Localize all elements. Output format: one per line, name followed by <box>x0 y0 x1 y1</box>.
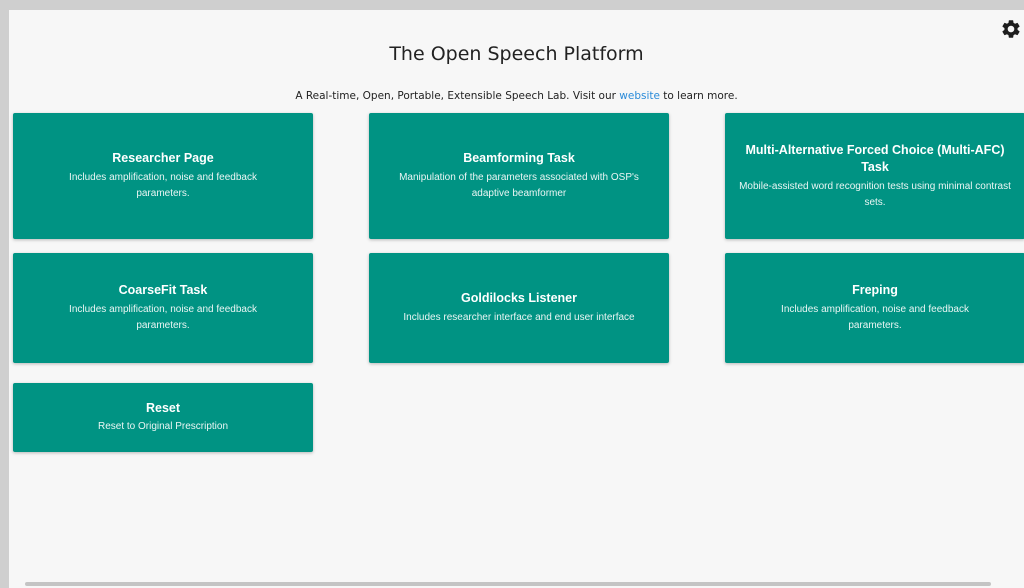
gear-icon[interactable] <box>1000 18 1022 40</box>
page-subtitle: A Real-time, Open, Portable, Extensible … <box>9 90 1024 102</box>
website-link[interactable]: website <box>619 90 660 102</box>
card-title: CoarseFit Task <box>118 283 208 298</box>
subtitle-text-before: A Real-time, Open, Portable, Extensible … <box>295 90 620 102</box>
card-title: Goldilocks Listener <box>460 291 577 306</box>
card-description: Includes amplification, noise and feedba… <box>69 171 257 199</box>
freping-card[interactable]: Freping Includes amplification, noise an… <box>725 253 1024 363</box>
card-description: Includes amplification, noise and feedba… <box>69 303 257 331</box>
card-title: Researcher Page <box>112 151 214 166</box>
card-title: Beamforming Task <box>463 151 575 166</box>
card-description: Mobile-assisted word recognition tests u… <box>739 180 1011 208</box>
goldilocks-listener-card[interactable]: Goldilocks Listener Includes researcher … <box>369 253 669 363</box>
reset-card[interactable]: Reset Reset to Original Prescription <box>13 383 313 452</box>
beamforming-task-card[interactable]: Beamforming Task Manipulation of the par… <box>369 113 669 239</box>
researcher-page-card[interactable]: Researcher Page Includes amplification, … <box>13 113 313 239</box>
card-title: Freping <box>852 283 898 298</box>
horizontal-scrollbar[interactable] <box>25 582 991 586</box>
coarsefit-task-card[interactable]: CoarseFit Task Includes amplification, n… <box>13 253 313 363</box>
card-description: Manipulation of the parameters associate… <box>399 171 639 199</box>
multi-afc-task-card[interactable]: Multi-Alternative Forced Choice (Multi-A… <box>725 113 1024 239</box>
page-title: The Open Speech Platform <box>389 43 644 65</box>
card-description: Includes researcher interface and end us… <box>403 311 635 323</box>
card-description: Reset to Original Prescription <box>97 421 229 433</box>
card-title: Multi-Alternative Forced Choice (Multi-A… <box>745 142 1005 175</box>
card-description: Includes amplification, noise and feedba… <box>781 303 969 331</box>
app-frame: The Open Speech Platform A Real-time, Op… <box>0 0 1024 588</box>
card-title: Reset <box>145 400 181 415</box>
subtitle-text-after: to learn more. <box>659 90 738 102</box>
